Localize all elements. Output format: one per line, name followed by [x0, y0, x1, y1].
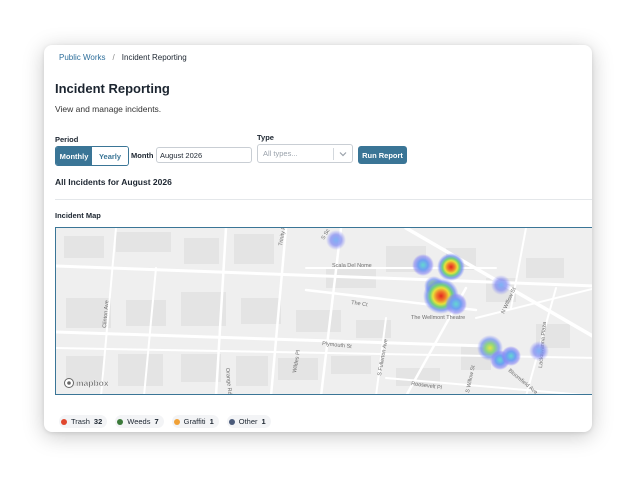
- type-select[interactable]: All types...: [257, 144, 353, 163]
- legend-item-graffiti: Graffiti 1: [171, 415, 219, 428]
- map-title: Incident Map: [55, 211, 101, 220]
- month-input[interactable]: [156, 147, 252, 163]
- page-subtitle: View and manage incidents.: [55, 104, 162, 114]
- legend-label: Graffiti: [183, 417, 206, 426]
- other-dot-icon: [228, 418, 235, 425]
- heat-spot: [412, 254, 434, 276]
- page-title: Incident Reporting: [55, 81, 170, 96]
- legend-count: 7: [154, 417, 159, 426]
- heat-spot: [529, 341, 549, 361]
- legend-label: Weeds: [127, 417, 151, 426]
- legend-count: 1: [261, 417, 266, 426]
- type-label: Type: [257, 133, 274, 142]
- legend-count: 32: [93, 417, 103, 426]
- heat-spot: [501, 346, 521, 366]
- section-divider: [55, 199, 592, 200]
- street-label: The Wellmont Theatre: [411, 315, 465, 321]
- incident-legend: Trash 32 Weeds 7 Graffiti 1 Other 1: [59, 415, 271, 428]
- weeds-dot-icon: [117, 418, 124, 425]
- breadcrumb: Public Works / Incident Reporting: [59, 53, 187, 62]
- incident-reporting-card: Public Works / Incident Reporting Incide…: [44, 45, 592, 432]
- heat-spot: [326, 230, 346, 250]
- legend-label: Trash: [71, 417, 90, 426]
- street-label: Scala Del Nome: [332, 263, 372, 269]
- breadcrumb-current: Incident Reporting: [121, 53, 187, 62]
- heat-spot: [437, 253, 465, 281]
- month-label: Month: [131, 151, 154, 160]
- mapbox-attribution: mapbox: [76, 378, 109, 388]
- incident-map[interactable]: Trinity Pl S Sc Scala Del Nome The Ct Th…: [55, 227, 592, 395]
- period-label: Period: [55, 135, 79, 144]
- mapbox-logo: mapbox: [64, 378, 109, 388]
- chevron-down-icon[interactable]: [334, 151, 352, 157]
- breadcrumb-separator: /: [112, 53, 115, 62]
- trash-dot-icon: [61, 418, 67, 425]
- section-title: All Incidents for August 2026: [55, 177, 172, 187]
- type-placeholder: All types...: [263, 149, 298, 158]
- legend-label: Other: [238, 417, 258, 426]
- period-monthly-button[interactable]: Monthly: [56, 147, 92, 165]
- legend-item-trash: Trash 32: [59, 415, 108, 428]
- heat-spot: [491, 275, 511, 295]
- run-report-button[interactable]: Run Report: [358, 146, 407, 164]
- legend-item-other: Other 1: [226, 415, 271, 428]
- legend-count: 1: [209, 417, 214, 426]
- breadcrumb-link-public-works[interactable]: Public Works: [59, 53, 106, 62]
- graffiti-dot-icon: [173, 418, 180, 425]
- period-yearly-button[interactable]: Yearly: [92, 147, 128, 165]
- period-toggle: Monthly Yearly: [55, 146, 129, 166]
- heat-spot: [445, 293, 467, 315]
- legend-item-weeds: Weeds 7: [115, 415, 164, 428]
